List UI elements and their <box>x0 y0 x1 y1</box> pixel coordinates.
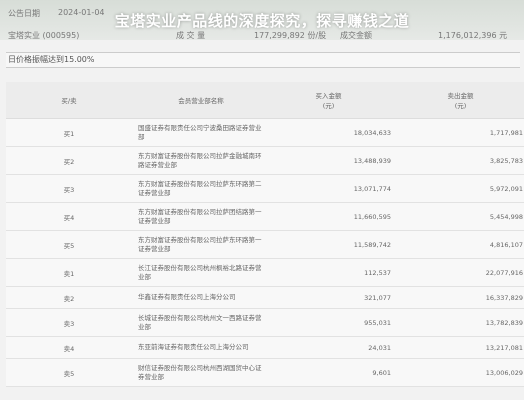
buy-cell: 9,601 <box>265 358 397 387</box>
stock-label: 宝塔实业 (000595) <box>8 31 80 40</box>
table-row[interactable]: 买1 国盛证券有限责任公司宁波桑田路证券营业部 18,034,633 1,717,98… <box>6 118 524 147</box>
trade-table: 买/卖 会员营业部名称 买入金额 (元) 卖出金额 (元) 买1 国盛证券有限责任… <box>6 82 524 387</box>
side-cell: 卖4 <box>6 336 132 359</box>
sell-cell: 16,337,829 <box>397 286 524 309</box>
buy-cell: 13,488,939 <box>265 146 397 175</box>
dept-cell: 东方财富证券股份有限公司拉萨团结路第一证券营业部 <box>132 202 265 231</box>
page-title: 宝塔实业产品线的深度探究，探寻赚钱之道 <box>114 12 410 30</box>
dept-cell: 长城证券股份有限公司杭州文一西路证券营业部 <box>132 308 265 337</box>
side-cell: 买3 <box>6 174 132 203</box>
table-row[interactable]: 买3 东方财富证券股份有限公司拉萨东环路第二证券营业部 13,071,774 5,97… <box>6 174 524 203</box>
dept-cell: 华鑫证券有限责任公司上海分公司 <box>132 286 265 309</box>
sell-cell: 1,717,981 <box>397 118 524 147</box>
side-cell: 卖2 <box>6 286 132 309</box>
side-cell: 买4 <box>6 202 132 231</box>
col-sell: 卖出金额 (元) <box>397 82 524 119</box>
sell-cell: 22,077,916 <box>397 258 524 287</box>
table-row[interactable]: 买5 东方财富证券股份有限公司拉萨东环路第一证券营业部 11,589,742 4,81… <box>6 230 524 259</box>
amount-label: 成交金额 <box>340 31 372 40</box>
dept-cell: 东方财富证券股份有限公司拉萨东环路第一证券营业部 <box>132 230 265 259</box>
sell-cell: 3,825,783 <box>397 146 524 175</box>
sell-cell: 13,217,081 <box>397 336 524 359</box>
sell-cell: 13,006,029 <box>397 358 524 387</box>
dept-cell: 国盛证券有限责任公司宁波桑田路证券营业部 <box>132 118 265 147</box>
sell-cell: 4,816,107 <box>397 230 524 259</box>
volume-value: 177,299,892 份/股 <box>254 31 327 40</box>
table-row[interactable]: 卖4 东亚前海证券有限责任公司上海分公司 24,031 13,217,081 <box>6 336 524 359</box>
table-row[interactable]: 买2 东方财富证券股份有限公司拉萨金融城南环路证券营业部 13,488,939 3,8… <box>6 146 524 175</box>
sell-cell: 13,782,839 <box>397 308 524 337</box>
side-cell: 卖5 <box>6 358 132 387</box>
volume-label: 成 交 量 <box>176 31 206 40</box>
side-cell: 买5 <box>6 230 132 259</box>
dept-cell: 长江证券股份有限公司杭州枫裕北路证券营业部 <box>132 258 265 287</box>
col-dept: 会员营业部名称 <box>132 82 265 119</box>
side-cell: 卖1 <box>6 258 132 287</box>
dept-cell: 财信证券股份有限公司杭州西湖国贸中心证券营业部 <box>132 358 265 387</box>
buy-cell: 24,031 <box>265 336 397 359</box>
col-buy: 买入金额 (元) <box>265 82 397 119</box>
sell-cell: 5,972,091 <box>397 174 524 203</box>
side-cell: 买2 <box>6 146 132 175</box>
table-row[interactable]: 买4 东方财富证券股份有限公司拉萨团结路第一证券营业部 11,660,595 5,45… <box>6 202 524 231</box>
dept-cell: 东方财富证券股份有限公司拉萨金融城南环路证券营业部 <box>132 146 265 175</box>
dept-cell: 东方财富证券股份有限公司拉萨东环路第二证券营业部 <box>132 174 265 203</box>
amount-value: 1,176,012,396 元 <box>438 31 508 40</box>
reason-bar: 日价格振幅达到15.00% <box>6 52 520 68</box>
header-banner: 公告日期 2024-01-04 宝塔实业产品线的深度探究，探寻赚钱之道 宝塔实业… <box>0 0 524 40</box>
table-row[interactable]: 卖5 财信证券股份有限公司杭州西湖国贸中心证券营业部 9,601 13,006,029 <box>6 358 524 387</box>
col-side: 买/卖 <box>6 82 132 119</box>
summary-row: 宝塔实业 (000595) 成 交 量 177,299,892 份/股 成交金额… <box>0 30 524 44</box>
buy-cell: 321,077 <box>265 286 397 309</box>
buy-cell: 11,660,595 <box>265 202 397 231</box>
buy-cell: 18,034,633 <box>265 118 397 147</box>
table-row[interactable]: 卖1 长江证券股份有限公司杭州枫裕北路证券营业部 112,537 22,077,916 <box>6 258 524 287</box>
dept-cell: 东亚前海证券有限责任公司上海分公司 <box>132 336 265 359</box>
table-row[interactable]: 卖3 长城证券股份有限公司杭州文一西路证券营业部 955,031 13,782,839 <box>6 308 524 337</box>
side-cell: 卖3 <box>6 308 132 337</box>
sell-cell: 5,454,998 <box>397 202 524 231</box>
buy-cell: 13,071,774 <box>265 174 397 203</box>
buy-cell: 955,031 <box>265 308 397 337</box>
side-cell: 买1 <box>6 118 132 147</box>
buy-cell: 112,537 <box>265 258 397 287</box>
table-header-row: 买/卖 会员营业部名称 买入金额 (元) 卖出金额 (元) <box>6 82 524 119</box>
buy-cell: 11,589,742 <box>265 230 397 259</box>
table-row[interactable]: 卖2 华鑫证券有限责任公司上海分公司 321,077 16,337,829 <box>6 286 524 309</box>
